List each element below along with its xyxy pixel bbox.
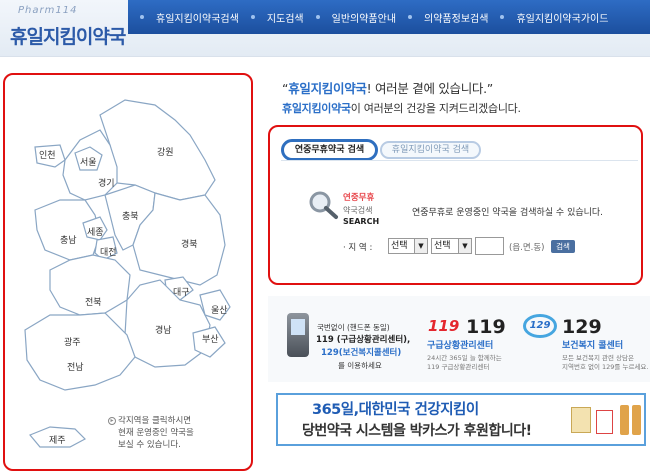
region-label-chungbuk[interactable]: 충북 <box>122 209 139 222</box>
welfare-129-logo: 129 <box>523 314 557 338</box>
nav-pharmacy-guide[interactable]: 휴일지킴이약국가이드 <box>516 10 608 25</box>
product-box-image <box>571 407 591 433</box>
chevron-down-icon: ▼ <box>458 239 471 253</box>
search-description: 연중무휴로 운영중인 약국을 검색하실 수 있습니다. <box>412 208 604 218</box>
region-label-busan[interactable]: 부산 <box>202 332 219 345</box>
emergency-119-logo: 119 <box>428 317 460 335</box>
region-label-jeju[interactable]: 제주 <box>49 433 66 446</box>
hotline-use: 를 이용하세요 <box>338 361 382 370</box>
search-title: 연중무휴 <box>343 193 375 203</box>
emergency-119-desc: 119 구급상황관리센터 <box>427 363 490 371</box>
province-select-value: 선택 <box>391 241 408 251</box>
region-label-gyeongbuk[interactable]: 경북 <box>181 237 198 250</box>
nav-bullet <box>315 15 320 19</box>
slogan-sub: 휴일지킴이약국이 여러분의 건강을 지켜드리겠습니다. <box>282 100 521 116</box>
nav-otc-guide[interactable]: 일반의약품안내 <box>332 10 396 25</box>
product-bottle-image <box>620 405 629 435</box>
korea-map <box>24 99 231 448</box>
nav-bullet <box>408 15 413 19</box>
nav-bullet <box>140 15 144 19</box>
region-label-gangwon[interactable]: 강원 <box>157 145 174 158</box>
city-select-value: 선택 <box>434 241 451 251</box>
nav-bullet <box>250 15 255 19</box>
map-instruction: 각지역을 클릭하시면 현재 운영중인 약국을 보실 수 있습니다. <box>118 415 194 451</box>
region-label-daegu[interactable]: 대구 <box>173 285 190 298</box>
dong-input[interactable] <box>475 237 504 255</box>
site-logo[interactable]: Pharm114 휴일지킴이약국 <box>0 0 128 54</box>
slogan-brand: 휴일지킴이약국 <box>288 81 367 96</box>
region-label-daejeon[interactable]: 대전 <box>100 245 117 258</box>
city-select[interactable]: 선택 ▼ <box>431 238 472 254</box>
region-label-gyeongnam[interactable]: 경남 <box>155 323 172 336</box>
region-label-gyeonggi[interactable]: 경기 <box>98 176 115 189</box>
phone-screen <box>291 319 305 335</box>
info-icon: ▸ <box>108 417 116 425</box>
slogan-main: “휴일지킴이약국! 여러분 곁에 있습니다.” <box>282 78 493 97</box>
welfare-129-title: 보건복지 콜센터 <box>562 341 624 351</box>
map-note-line: 보실 수 있습니다. <box>118 440 181 450</box>
hotline-119: 119 (구급상황관리센터), <box>316 335 411 345</box>
province-select[interactable]: 선택 ▼ <box>388 238 428 254</box>
region-label-jeonbuk[interactable]: 전북 <box>85 295 102 308</box>
region-label-sejong[interactable]: 세종 <box>87 225 104 238</box>
map-note-line: 각지역을 클릭하시면 <box>118 416 192 426</box>
logo-title: 휴일지킴이약국 <box>10 26 126 48</box>
search-subtitle-en: SEARCH <box>343 217 380 226</box>
slogan-text: 이 여러분의 건강을 지켜드리겠습니다. <box>350 102 521 115</box>
product-bottle-image <box>632 405 641 435</box>
emergency-119-title: 구급상황관리센터 <box>427 341 494 351</box>
magnifier-icon <box>306 190 346 220</box>
dong-input-hint: (읍.면.동) <box>509 243 545 253</box>
tab-year-round-search[interactable]: 연중무휴약국 검색 <box>281 139 378 161</box>
region-label-gwangju[interactable]: 광주 <box>64 335 81 348</box>
region-field-label: · 지 역 : <box>343 243 373 253</box>
slogan-brand: 휴일지킴이약국 <box>282 102 351 115</box>
emergency-119-number[interactable]: 119 <box>466 316 506 338</box>
chevron-down-icon: ▼ <box>414 239 427 253</box>
nav-bullet <box>500 15 505 19</box>
header-divider <box>0 56 650 57</box>
search-subtitle: 약국검색 <box>343 206 373 215</box>
tab-divider <box>281 160 638 161</box>
region-label-seoul[interactable]: 서울 <box>80 155 97 168</box>
map-note-line: 현재 운영중인 약국을 <box>118 428 194 438</box>
nav-drug-info-search[interactable]: 의약품정보검색 <box>424 10 488 25</box>
region-map-panel: 인천 서울 경기 강원 충북 충남 세종 대전 경북 대구 전북 울산 경남 부… <box>3 73 253 471</box>
page: { "header": { "logo_sub": "Pharm114", "l… <box>0 0 650 476</box>
hotline-note: 국번없이 (핸드폰 동일) <box>317 323 390 332</box>
sponsor-headline: 365일,대한민국 건강지킴이 <box>312 402 479 418</box>
region-label-ulsan[interactable]: 울산 <box>211 303 228 316</box>
hotline-129: 129(보건복지콜센터) <box>321 348 402 358</box>
product-box-image <box>596 410 613 434</box>
slogan-text: ! 여러분 곁에 있습니다.” <box>366 81 494 96</box>
main-nav: 휴일지킴이약국검색 지도검색 일반의약품안내 의약품정보검색 휴일지킴이약국가이… <box>128 0 650 34</box>
region-label-incheon[interactable]: 인천 <box>39 148 56 161</box>
region-label-chungnam[interactable]: 충남 <box>60 233 77 246</box>
tab-holiday-search[interactable]: 휴일지킴이약국 검색 <box>380 141 481 159</box>
welfare-129-desc: 지역번호 없이 129를 누르세요. <box>562 363 649 371</box>
logo-subtitle: Pharm114 <box>18 5 78 16</box>
nav-map-search[interactable]: 지도검색 <box>267 10 304 25</box>
region-shape-jeonnam[interactable] <box>24 312 136 391</box>
welfare-129-number[interactable]: 129 <box>562 316 602 338</box>
nav-holiday-pharmacy-search[interactable]: 휴일지킴이약국검색 <box>156 10 239 25</box>
region-label-jeonnam[interactable]: 전남 <box>67 360 84 373</box>
search-button[interactable]: 검색 <box>551 240 575 253</box>
sponsor-subline: 당번약국 시스템을 박카스가 후원합니다! <box>302 423 532 439</box>
